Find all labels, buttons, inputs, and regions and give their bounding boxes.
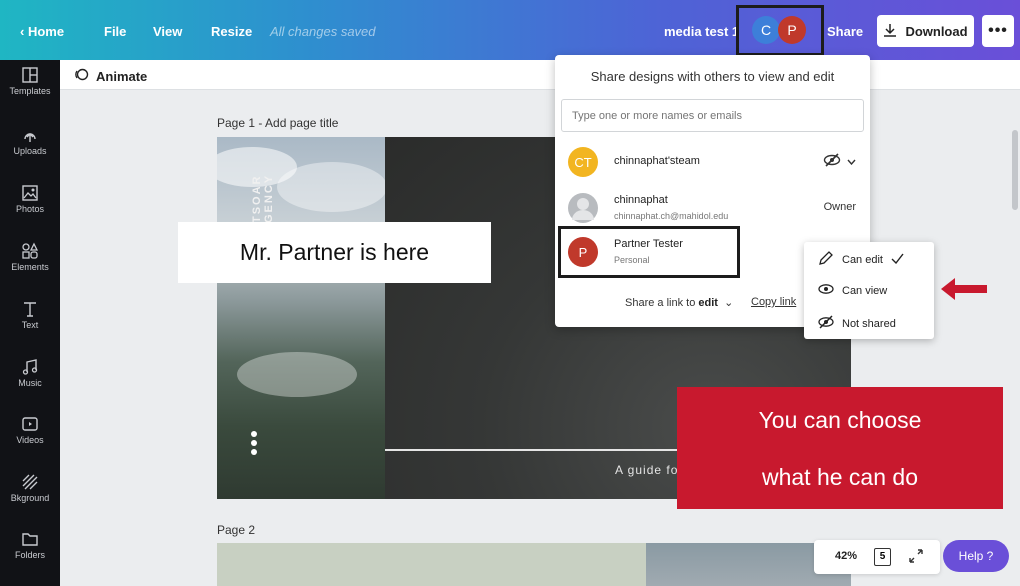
sidebar-item-label: Folders: [14, 550, 45, 560]
copy-link-button[interactable]: Copy link: [751, 296, 796, 308]
sidebar-item-music[interactable]: Music: [0, 358, 60, 388]
permission-not-shared[interactable]: Not shared: [818, 315, 896, 332]
photo-icon: [21, 184, 39, 202]
chevron-left-icon: ‹: [20, 24, 28, 39]
permission-label: Can edit: [842, 253, 883, 266]
background-icon: [21, 473, 39, 491]
music-icon: [21, 358, 39, 376]
sidebar-item-label: Photos: [15, 204, 45, 214]
design-dots: [251, 431, 257, 458]
permission-can-view[interactable]: Can view: [818, 283, 887, 298]
permission-label: Not shared: [842, 317, 896, 330]
elements-icon: [21, 242, 39, 260]
text-icon: [21, 300, 39, 318]
sidebar-item-label: Elements: [11, 262, 49, 272]
zoom-controls: 42% 5: [814, 540, 940, 574]
sidebar-item-templates[interactable]: Templates: [0, 66, 60, 96]
sidebar-item-videos[interactable]: Videos: [0, 415, 60, 445]
editor-toolbar: Animate: [60, 60, 1020, 90]
eye-slash-icon: [823, 153, 841, 170]
animate-button[interactable]: Animate: [74, 67, 147, 85]
choose-permission-callout: You can choose what he can do: [677, 387, 1003, 509]
sidebar-item-uploads[interactable]: Uploads: [0, 126, 60, 156]
sidebar-item-label: Uploads: [13, 146, 47, 156]
callout-line-1: You can choose: [758, 407, 922, 433]
sidebar-item-folders[interactable]: Folders: [0, 530, 60, 560]
sidebar-item-label: Bkground: [10, 493, 50, 503]
partner-highlight: [558, 226, 740, 278]
upload-icon: [21, 126, 39, 144]
animate-label: Animate: [96, 68, 148, 84]
sidebar-item-label: Text: [21, 320, 39, 330]
permission-label: Can view: [842, 284, 888, 297]
share-link-prefix: Share a link to: [625, 297, 696, 309]
resize-menu[interactable]: Resize: [211, 24, 252, 39]
animate-icon: [74, 67, 89, 85]
page-2-title[interactable]: Page 2: [217, 523, 255, 537]
partner-callout: Mr. Partner is here: [178, 222, 491, 283]
file-menu[interactable]: File: [104, 24, 126, 39]
share-email-input[interactable]: [561, 99, 864, 132]
download-label: Download: [905, 23, 968, 39]
person-email: chinnaphat.ch@mahidol.edu: [614, 211, 729, 221]
sidebar-item-text[interactable]: Text: [0, 300, 60, 330]
sidebar-item-label: Videos: [16, 435, 44, 445]
person-name: chinnaphat'steam: [614, 155, 700, 167]
video-icon: [21, 415, 39, 433]
sidebar-item-photos[interactable]: Photos: [0, 184, 60, 214]
page-1-title[interactable]: Page 1 - Add page title: [217, 116, 338, 130]
fullscreen-icon[interactable]: [908, 548, 924, 569]
top-bar: ‹ Home File View Resize All changes save…: [0, 0, 1020, 60]
share-panel-title: Share designs with others to view and ed…: [590, 69, 835, 84]
permission-can-edit[interactable]: Can edit: [818, 250, 904, 269]
callout-line-2: what he can do: [761, 464, 918, 490]
person-name: chinnaphat: [614, 194, 668, 206]
folder-icon: [21, 530, 39, 548]
collaborator-avatar-p[interactable]: P: [778, 16, 806, 44]
share-row-team[interactable]: CT chinnaphat'steam: [555, 142, 870, 182]
arrow-left-icon: [941, 278, 987, 300]
share-link-mode-value: edit: [698, 297, 718, 309]
zoom-level[interactable]: 42%: [835, 550, 857, 562]
download-button[interactable]: Download: [877, 15, 974, 47]
mountain-photo: [217, 137, 387, 499]
permission-menu: Can edit Can view Not shared: [804, 242, 934, 339]
team-permission-dropdown[interactable]: [823, 153, 856, 170]
share-button[interactable]: Share: [827, 24, 863, 39]
share-row-owner: chinnaphat chinnaphat.ch@mahidol.edu Own…: [555, 188, 870, 228]
view-menu[interactable]: View: [153, 24, 182, 39]
templates-icon: [21, 66, 39, 84]
sidebar-item-label: Music: [18, 378, 42, 388]
more-options-button[interactable]: •••: [982, 15, 1014, 47]
avatar: [568, 193, 598, 223]
collaborator-avatar-c[interactable]: C: [752, 16, 780, 44]
save-status: All changes saved: [270, 24, 376, 39]
eye-icon: [818, 283, 834, 298]
checkmark-icon: [891, 253, 904, 267]
download-icon: [883, 23, 897, 40]
sidebar-item-elements[interactable]: Elements: [0, 242, 60, 272]
left-sidebar: Templates Uploads Photos Elements Text M…: [0, 60, 60, 586]
document-title[interactable]: media test 1: [664, 24, 739, 39]
design-vertical-text: TSOAR GENCY: [251, 173, 275, 223]
canvas-scrollbar[interactable]: [1012, 130, 1018, 210]
eye-slash-icon: [818, 315, 834, 332]
chevron-down-icon: ⌄: [721, 297, 734, 309]
chevron-down-icon: [847, 156, 856, 168]
home-button[interactable]: ‹ Home: [20, 24, 64, 39]
avatar: CT: [568, 147, 598, 177]
sidebar-item-background[interactable]: Bkground: [0, 473, 60, 503]
share-link-mode[interactable]: Share a link to edit ⌄: [625, 296, 733, 309]
pencil-icon: [818, 250, 834, 269]
help-button[interactable]: Help ?: [943, 540, 1009, 572]
home-label: Home: [27, 24, 65, 39]
design-guide-text: A guide fo: [615, 463, 679, 477]
sidebar-item-label: Templates: [9, 86, 51, 96]
owner-badge: Owner: [823, 201, 856, 213]
page-grid-button[interactable]: 5: [874, 548, 891, 566]
